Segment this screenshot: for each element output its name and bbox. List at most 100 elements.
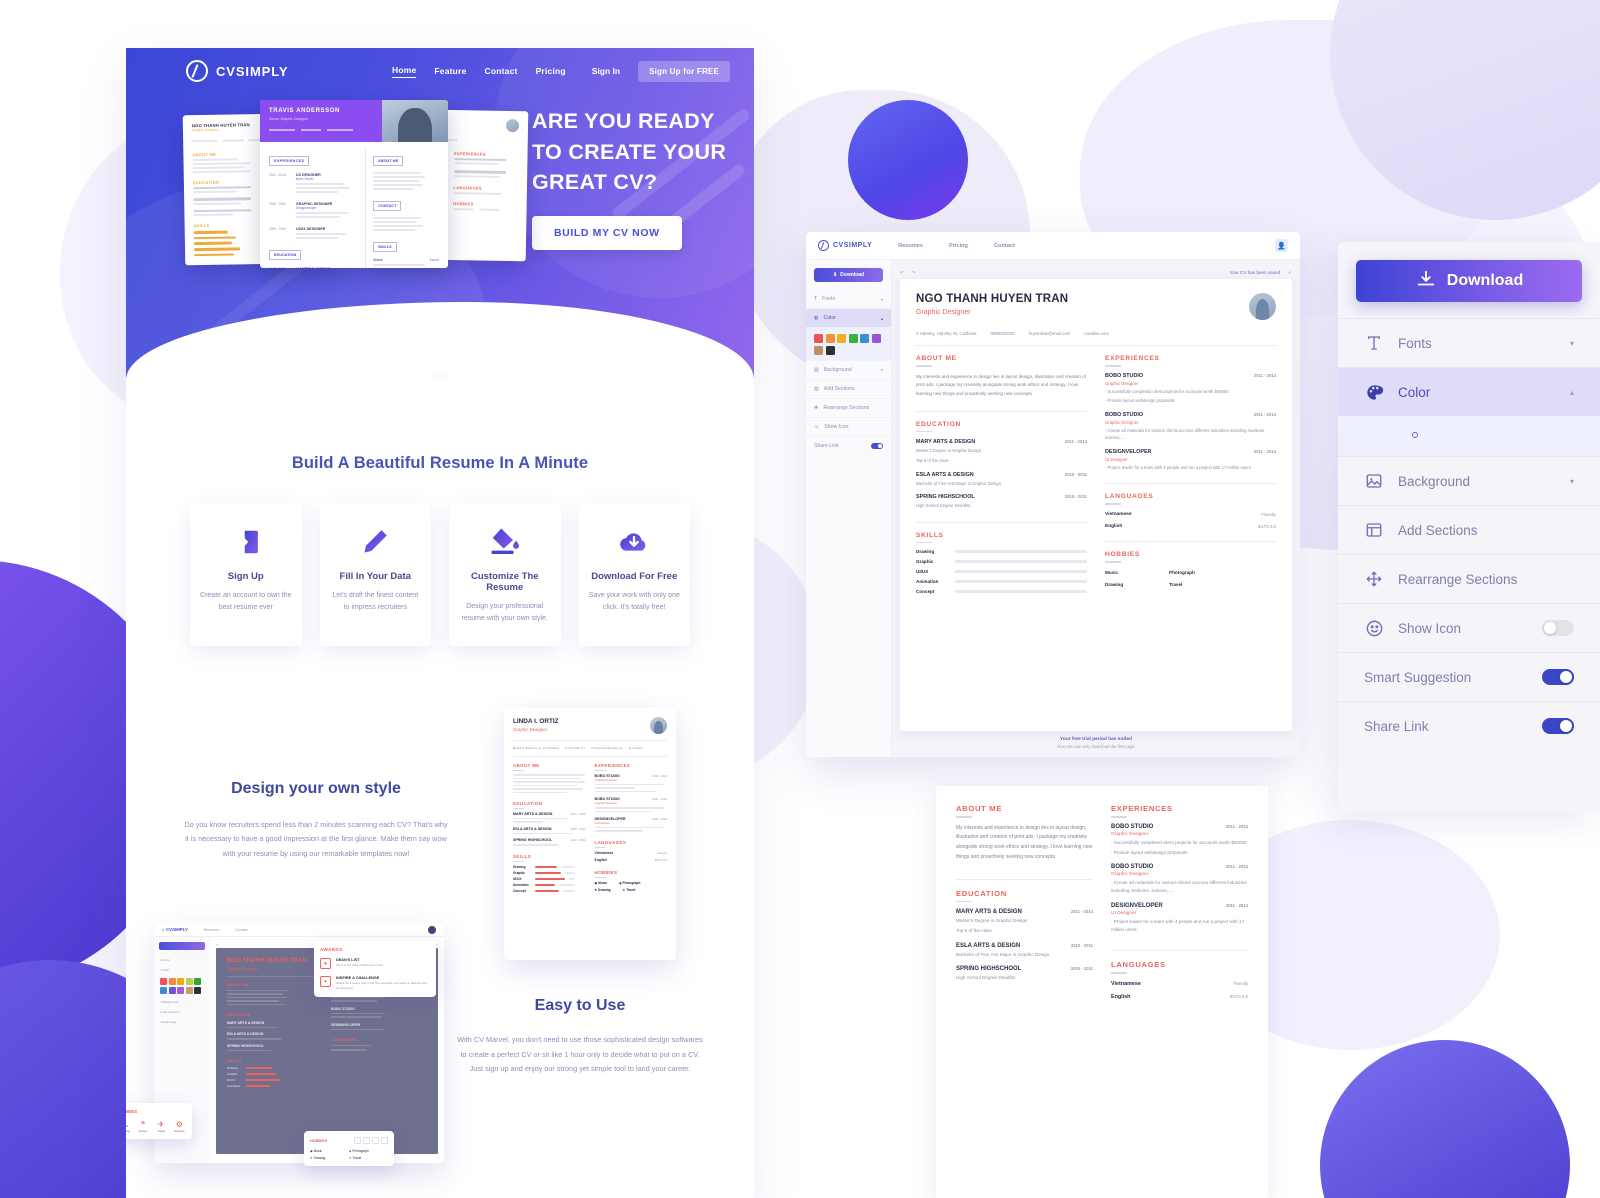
color-swatch-blue[interactable]	[1428, 432, 1434, 438]
cv-about-title: ABOUT ME	[956, 804, 1003, 813]
editor-nav-resumes[interactable]: Resumes	[898, 243, 923, 249]
cv-education-item: MARY ARTS & DESIGN 2011 - 2014 Master's D…	[956, 909, 1093, 936]
lang-name: Vietnamese	[1105, 512, 1132, 517]
nav-link-pricing[interactable]: Pricing	[536, 66, 566, 76]
cv-education-item: ESLA ARTS & DESIGN 2010 - 2011 Bachelor o…	[956, 943, 1093, 959]
edu-school: ESLA ARTS & DESIGN	[916, 471, 974, 478]
cv-left-column: ABOUT ME My interests and experience in …	[916, 355, 1087, 594]
panel-row-color[interactable]: Color ▴	[1338, 367, 1600, 416]
exp-date: 2011 - 2014	[1225, 864, 1248, 870]
feature-card-sign-up[interactable]: Sign Up Create an account to own the bes…	[190, 503, 302, 646]
lang-level: IELTS 6.5	[1229, 993, 1248, 999]
editor-nav-pricing[interactable]: Pricing	[949, 243, 968, 249]
panel-label: Show Icon	[1398, 620, 1462, 636]
editor-sidebar-item-fonts[interactable]: T Fonts ▾	[806, 290, 891, 309]
redo-icon[interactable]: ↷	[912, 270, 916, 276]
editor-brand-logo[interactable]: CVSIMPLY	[818, 240, 872, 251]
panel-row-show-icon[interactable]: Show Icon	[1338, 603, 1600, 652]
cv-title-underline	[1111, 972, 1127, 974]
cv-about-text: My interests and experience in design li…	[916, 373, 1086, 397]
editor-download-button[interactable]: ⬇ Download	[814, 268, 883, 282]
editor-sidebar-item-background[interactable]: ▤ Background ▾	[806, 361, 891, 380]
color-swatch-green[interactable]	[1412, 432, 1418, 438]
panel-row-rearrange-sections[interactable]: Rearrange Sections	[1338, 554, 1600, 603]
edu-school: SPRING HIGHSCHOOL	[956, 965, 1022, 972]
feature-card-customize[interactable]: Customize The Resume Design your profess…	[449, 503, 561, 646]
text-icon: T	[814, 296, 818, 302]
hero-body: NGO THANH HUYEN TRAN Graphic Designer AB…	[126, 82, 754, 280]
editor-swatch-brown[interactable]	[814, 345, 823, 355]
cv-education-item: SPRING HIGHSCHOOL 2010 - 2011 High School…	[916, 494, 1087, 510]
cv-divider	[1111, 950, 1248, 952]
editor-sidebar-item-share-link[interactable]: Share Link	[806, 437, 891, 456]
nav-link-feature[interactable]: Feature	[434, 66, 466, 76]
editor-nav-contact[interactable]: Contact	[994, 243, 1015, 249]
cv-divider	[916, 521, 1087, 523]
easy-body: With CV Marvel, you don't need to use th…	[457, 1035, 703, 1074]
color-swatch-yellow[interactable]	[1396, 432, 1402, 438]
undo-icon[interactable]: ↶	[900, 270, 904, 276]
hobby-label: Running	[126, 1129, 130, 1134]
lang-name: English	[1105, 524, 1123, 529]
easy-title: Easy to Use	[534, 997, 626, 1015]
editor-swatch-green[interactable]	[848, 334, 858, 343]
panel-row-share-link[interactable]: Share Link	[1338, 701, 1600, 750]
sidebar-label: Background	[823, 366, 852, 373]
cv-languages-title: LANGUAGES	[1111, 960, 1166, 970]
panel-row-background[interactable]: Background ▾	[1338, 456, 1600, 505]
color-swatch-brown[interactable]	[1460, 432, 1466, 438]
cv-education-item: SPRING HIGHSCHOOL 2010 - 2011 High School…	[956, 966, 1093, 982]
editor-swatch-black[interactable]	[825, 345, 835, 355]
feature-card-fill-data[interactable]: Fill In Your Data Let's draft the finest…	[319, 503, 431, 646]
hobby: Travel	[1169, 581, 1183, 587]
feature-card-download[interactable]: Download For Free Save your work with on…	[578, 503, 690, 646]
share-link-toggle[interactable]	[1542, 718, 1574, 734]
check-icon: ✓	[1288, 269, 1292, 275]
show-icon-toggle[interactable]	[1542, 620, 1574, 636]
color-swatch-orange[interactable]	[1380, 432, 1386, 438]
build-my-cv-button[interactable]: BUILD MY CV NOW	[532, 215, 682, 250]
panel-label: Smart Suggestion	[1364, 669, 1472, 685]
panel-label: Background	[1398, 473, 1471, 489]
editor-sidebar-item-show-icon[interactable]: ☺ Show Icon	[806, 418, 891, 437]
edu-school: MARY ARTS & DESIGN	[916, 439, 976, 446]
editor-swatch-purple[interactable]	[871, 334, 881, 343]
hero-center-role: Senior Graphic Designer	[269, 117, 309, 121]
editor-swatch-orange[interactable]	[825, 334, 835, 343]
exp-bullet: - Create ad materials for various client…	[1105, 427, 1266, 441]
cv-title-underline	[916, 365, 932, 367]
trial-headline: Your free trial period has ended	[1060, 737, 1132, 742]
color-swatch-purple[interactable]	[1444, 432, 1450, 438]
panel-row-fonts[interactable]: Fonts ▾	[1338, 318, 1600, 367]
color-swatch-black[interactable]	[1476, 432, 1482, 438]
editor-body: ⬇ Download T Fonts ▾ ◍ Color ▴ ▤ Backgro…	[806, 260, 1300, 757]
user-avatar[interactable]: 👤	[1275, 239, 1288, 252]
editor-swatch-blue[interactable]	[860, 334, 869, 343]
sign-up-button[interactable]: Sign Up for FREE	[638, 60, 730, 82]
brand-logo[interactable]: CVSIMPLY	[186, 60, 288, 82]
panel-download-button[interactable]: Download	[1356, 260, 1582, 302]
edu-detail: Top 5 of the class	[956, 928, 992, 934]
exp-date: 2011 - 2014	[1253, 448, 1276, 454]
smart-suggestion-toggle[interactable]	[1542, 669, 1574, 685]
editor-sidebar-item-add-sections[interactable]: ▥ Add Sections	[806, 380, 891, 399]
editor-sidebar-item-rearrange[interactable]: ✥ Rearrange Sections	[806, 399, 891, 418]
editor-swatch-red[interactable]	[814, 334, 823, 343]
nav-link-home[interactable]: Home	[391, 65, 417, 78]
share-link-toggle[interactable]	[871, 443, 883, 449]
editor-sidebar-item-color[interactable]: ◍ Color ▴	[806, 309, 891, 328]
trial-subtext: Now you can only download the first page	[1057, 744, 1135, 749]
editor-swatch-yellow[interactable]	[837, 334, 846, 343]
panel-row-add-sections[interactable]: Add Sections	[1338, 505, 1600, 554]
panel-row-smart-suggestion[interactable]: Smart Suggestion	[1338, 652, 1600, 701]
nav-link-contact[interactable]: Contact	[485, 66, 518, 76]
text-format-icon	[1364, 334, 1384, 352]
edu-detail: Top 5 of the class	[916, 458, 949, 464]
hobby-item: Music	[313, 1149, 322, 1154]
color-swatch-red[interactable]	[1364, 432, 1370, 438]
scroll-options-button[interactable]	[430, 376, 450, 378]
hobby-item: Drawing	[313, 1156, 326, 1161]
edu-date: 2011 - 2014	[1070, 909, 1093, 915]
panel-label: Rearrange Sections	[1398, 571, 1518, 587]
sign-in-link[interactable]: Sign In	[592, 66, 620, 76]
